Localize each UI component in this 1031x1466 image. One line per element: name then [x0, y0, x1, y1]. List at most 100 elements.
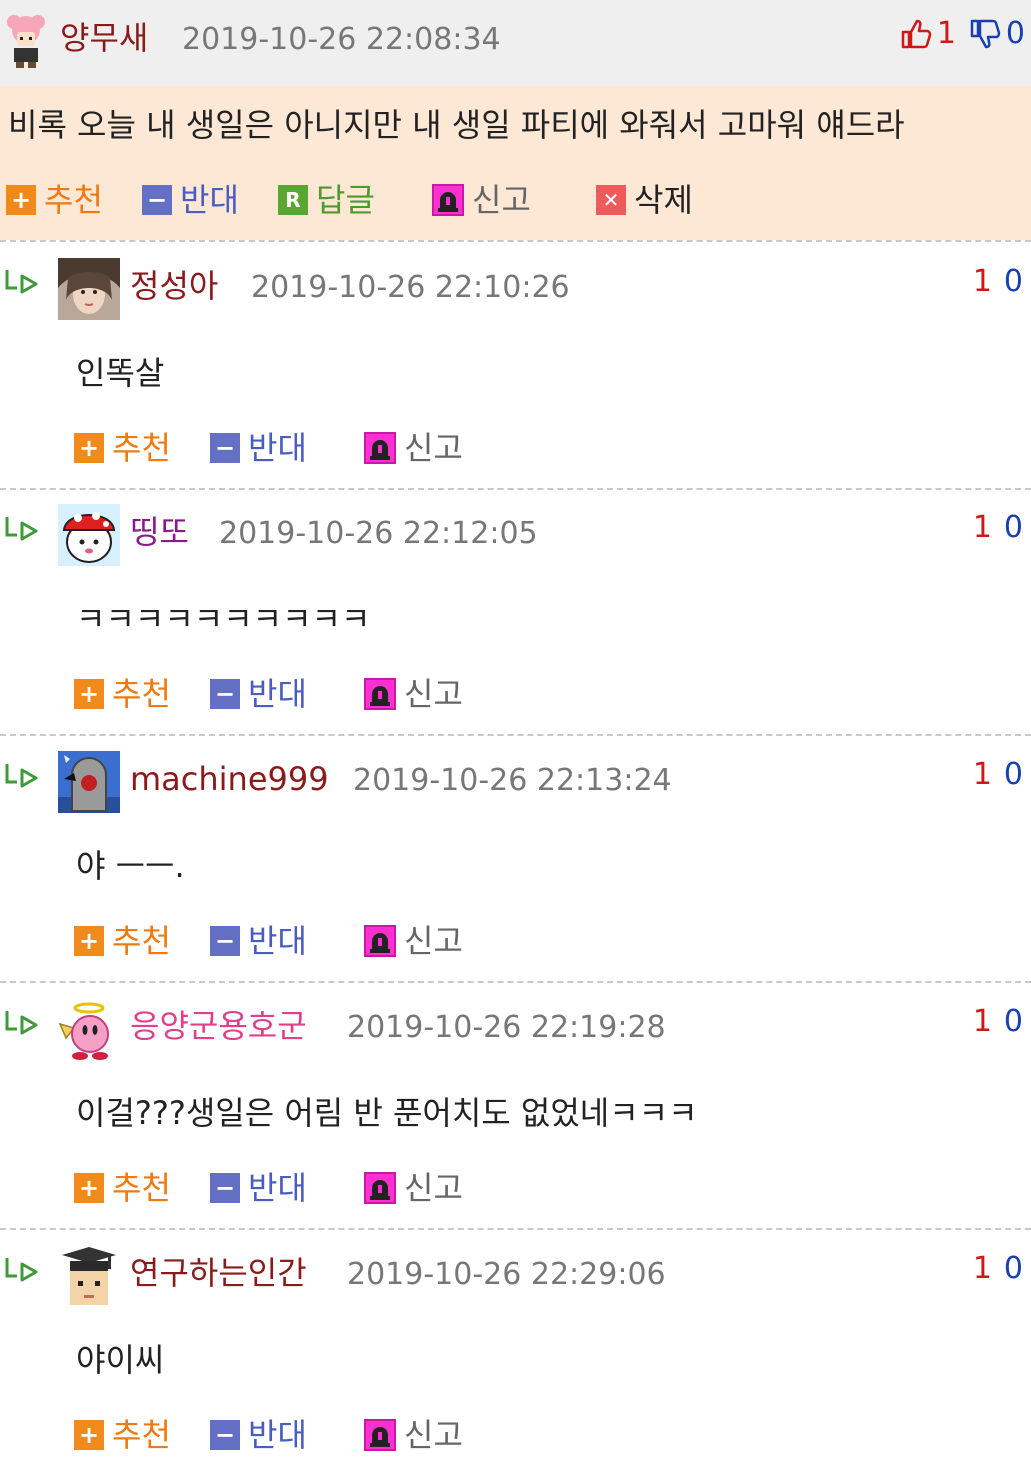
reply-downvote-count: 0 — [1003, 1251, 1023, 1286]
siren-icon — [364, 432, 396, 464]
report-button[interactable]: 신고 — [364, 1168, 463, 1208]
siren-icon — [364, 925, 396, 957]
plus-icon: + — [74, 1420, 104, 1450]
report-label: 신고 — [404, 1416, 463, 1454]
reply-author-name[interactable]: 응양군용호군 — [130, 1006, 307, 1046]
reply-author-name[interactable]: machine999 — [130, 759, 329, 799]
recommend-label: 추천 — [112, 429, 171, 467]
oppose-button[interactable]: − 반대 — [142, 180, 239, 220]
reply-date: 2019-10-26 22:13:24 — [353, 763, 672, 798]
recommend-button[interactable]: + 추천 — [74, 674, 171, 714]
reply-label: 답글 — [316, 181, 375, 219]
reply-date: 2019-10-26 22:29:06 — [347, 1257, 666, 1292]
author-avatar[interactable] — [58, 1245, 120, 1307]
reply-upvote-count: 1 — [972, 1004, 992, 1039]
x-icon: ✕ — [596, 185, 626, 215]
author-avatar[interactable] — [58, 751, 120, 813]
main-author-avatar[interactable] — [4, 12, 48, 70]
oppose-button[interactable]: − 반대 — [210, 1168, 307, 1208]
recommend-label: 추천 — [112, 1416, 171, 1454]
divider — [0, 1228, 1031, 1230]
reply-text: 야이씨 — [76, 1341, 165, 1379]
main-upvote-count: 1 — [936, 16, 956, 51]
recommend-button[interactable]: + 추천 — [6, 180, 103, 220]
reply-text: 야 ㅡㅡ. — [76, 847, 185, 885]
minus-icon: − — [210, 1420, 240, 1450]
author-avatar[interactable] — [58, 504, 120, 566]
reply-vote-counts: 1 0 — [973, 1002, 1023, 1042]
oppose-label: 반대 — [248, 1416, 307, 1454]
reply-author-name[interactable]: 연구하는인간 — [130, 1253, 307, 1293]
siren-icon — [364, 1172, 396, 1204]
reply-vote-counts: 1 0 — [973, 755, 1023, 795]
delete-label: 삭제 — [634, 181, 693, 219]
reply-upvote-count: 1 — [972, 264, 992, 299]
oppose-label: 반대 — [248, 922, 307, 960]
oppose-label: 반대 — [248, 429, 307, 467]
report-button[interactable]: 신고 — [364, 921, 463, 961]
oppose-button[interactable]: − 반대 — [210, 1415, 307, 1455]
minus-icon: − — [142, 185, 172, 215]
report-label: 신고 — [404, 922, 463, 960]
report-label: 신고 — [404, 429, 463, 467]
siren-icon — [364, 1419, 396, 1451]
reply-r-icon: R — [278, 185, 308, 215]
thumbs-down-icon[interactable] — [968, 17, 1002, 51]
reply-vote-counts: 1 0 — [973, 1249, 1023, 1289]
divider — [0, 981, 1031, 983]
delete-button[interactable]: ✕ 삭제 — [596, 180, 693, 220]
thumbs-up-icon[interactable] — [899, 17, 933, 51]
reply-arrow-icon — [5, 764, 38, 788]
reply-button[interactable]: R 답글 — [278, 180, 375, 220]
comment-thread: 양무새 2019-10-26 22:08:34 1 0 비록 오늘 내 생일은 … — [0, 0, 1031, 1466]
reply-author-name[interactable]: 띵또 — [130, 512, 189, 552]
minus-icon: − — [210, 679, 240, 709]
oppose-label: 반대 — [248, 1169, 307, 1207]
minus-icon: − — [210, 926, 240, 956]
minus-icon: − — [210, 1173, 240, 1203]
oppose-button[interactable]: − 반대 — [210, 674, 307, 714]
author-avatar[interactable] — [58, 258, 120, 320]
main-vote-counts: 1 0 — [899, 16, 1025, 52]
recommend-button[interactable]: + 추천 — [74, 921, 171, 961]
report-button[interactable]: 신고 — [364, 1415, 463, 1455]
reply-author-name[interactable]: 정성아 — [130, 266, 218, 306]
reply-text: 인똑살 — [76, 354, 165, 392]
reply-vote-counts: 1 0 — [973, 508, 1023, 548]
report-button[interactable]: 신고 — [364, 674, 463, 714]
reply-vote-counts: 1 0 — [973, 262, 1023, 302]
reply-date: 2019-10-26 22:10:26 — [251, 270, 570, 305]
recommend-label: 추천 — [112, 675, 171, 713]
report-label: 신고 — [404, 675, 463, 713]
oppose-button[interactable]: − 반대 — [210, 921, 307, 961]
divider — [0, 734, 1031, 736]
plus-icon: + — [74, 1173, 104, 1203]
report-button[interactable]: 신고 — [364, 428, 463, 468]
siren-icon — [432, 184, 464, 216]
oppose-button[interactable]: − 반대 — [210, 428, 307, 468]
siren-icon — [364, 678, 396, 710]
recommend-button[interactable]: + 추천 — [74, 428, 171, 468]
report-label: 신고 — [404, 1169, 463, 1207]
reply-upvote-count: 1 — [972, 1251, 992, 1286]
author-avatar[interactable] — [58, 998, 120, 1060]
plus-icon: + — [74, 679, 104, 709]
report-button[interactable]: 신고 — [432, 180, 531, 220]
main-author-name[interactable]: 양무새 — [60, 18, 148, 58]
divider — [0, 488, 1031, 490]
reply-text: ㅋㅋㅋㅋㅋㅋㅋㅋㅋㅋ — [76, 600, 371, 638]
plus-icon: + — [74, 926, 104, 956]
reply-date: 2019-10-26 22:12:05 — [219, 516, 538, 551]
recommend-label: 추천 — [112, 1169, 171, 1207]
main-downvote-count: 0 — [1005, 16, 1025, 51]
reply-arrow-icon — [5, 270, 38, 294]
recommend-button[interactable]: + 추천 — [74, 1168, 171, 1208]
reply-text: 이걸???생일은 어림 반 푼어치도 없었네ㅋㅋㅋ — [76, 1094, 698, 1132]
recommend-button[interactable]: + 추천 — [74, 1415, 171, 1455]
reply-arrow-icon — [5, 517, 38, 541]
reply-downvote-count: 0 — [1003, 510, 1023, 545]
main-comment-header — [0, 0, 1031, 86]
recommend-label: 추천 — [44, 181, 103, 219]
reply-downvote-count: 0 — [1003, 757, 1023, 792]
reply-downvote-count: 0 — [1003, 1004, 1023, 1039]
